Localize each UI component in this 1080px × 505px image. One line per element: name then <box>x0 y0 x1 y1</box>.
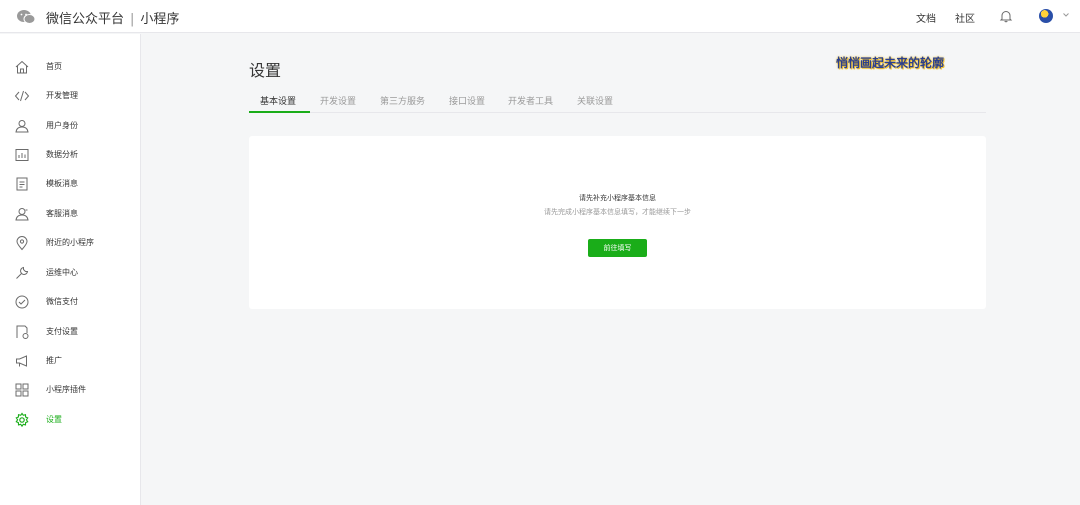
brand-title[interactable]: 微信公众平台 | 小程序 <box>46 8 179 27</box>
megaphone-icon <box>16 355 27 367</box>
avatar[interactable] <box>1039 9 1053 23</box>
wechat-logo-icon[interactable] <box>16 9 36 25</box>
chevron-down-icon[interactable] <box>1062 11 1070 19</box>
sidebar-item-customer-service[interactable]: 客服消息 <box>0 203 140 227</box>
sidebar-item-label: 设置 <box>46 415 62 424</box>
sidebar-item-label: 小程序插件 <box>46 385 86 394</box>
user-icon <box>15 120 29 133</box>
sidebar-item-label: 数据分析 <box>46 150 78 159</box>
sidebar-item-ops-center[interactable]: 运维中心 <box>0 262 140 286</box>
sidebar-item-promotion[interactable]: 推广 <box>0 350 140 374</box>
sidebar-item-settings[interactable]: 设置 <box>0 409 140 433</box>
sidebar-item-label: 推广 <box>46 356 62 365</box>
wechat-pay-icon <box>15 295 29 309</box>
sidebar-item-nearby-miniprogram[interactable]: 附近的小程序 <box>0 232 140 256</box>
sidebar-item-label: 用户身份 <box>46 121 78 130</box>
sidebar-item-wechat-pay[interactable]: 微信支付 <box>0 291 140 315</box>
watermark: 悄悄画起未来的轮廓 <box>836 56 945 70</box>
sidebar-item-data-analysis[interactable]: 数据分析 <box>0 144 140 168</box>
plugin-icon <box>15 383 29 397</box>
sidebar-item-label: 模板消息 <box>46 179 78 188</box>
home-icon <box>15 60 29 74</box>
notice-subtitle: 请先完成小程序基本信息填写，才能继续下一步 <box>544 208 691 216</box>
settings-tabs: 基本设置 开发设置 第三方服务 接口设置 开发者工具 关联设置 <box>249 92 986 113</box>
tab-basic-settings[interactable]: 基本设置 <box>260 94 296 107</box>
sidebar-item-label: 客服消息 <box>46 209 78 218</box>
brand-separator: | <box>130 12 135 27</box>
sidebar-item-template-messages[interactable]: 模板消息 <box>0 173 140 197</box>
tab-dev-settings[interactable]: 开发设置 <box>320 94 356 107</box>
sidebar-item-label: 首页 <box>46 62 62 71</box>
brand-name: 微信公众平台 <box>46 12 125 27</box>
tab-third-party-services[interactable]: 第三方服务 <box>380 94 425 107</box>
notice-title: 请先补充小程序基本信息 <box>579 194 656 202</box>
notice-card: 请先补充小程序基本信息 请先完成小程序基本信息填写，才能继续下一步 前往填写 <box>249 136 986 309</box>
community-link[interactable]: 社区 <box>955 10 975 25</box>
sidebar-item-label: 运维中心 <box>46 268 78 277</box>
go-fill-in-button[interactable]: 前往填写 <box>588 239 647 257</box>
sidebar-item-dev-management[interactable]: 开发管理 <box>0 85 140 109</box>
payment-settings-icon <box>16 325 29 339</box>
sidebar-item-plugins[interactable]: 小程序插件 <box>0 379 140 403</box>
sidebar-item-payment-settings[interactable]: 支付设置 <box>0 321 140 345</box>
sidebar: 首页 开发管理 用户身份 数据分析 模板消息 客服消息 附近的小程序 运维中心 … <box>0 34 141 505</box>
sidebar-item-label: 附近的小程序 <box>46 238 94 247</box>
customer-service-icon <box>15 208 29 221</box>
tab-associated-settings[interactable]: 关联设置 <box>577 94 613 107</box>
docs-link[interactable]: 文档 <box>916 10 936 25</box>
tab-developer-tools[interactable]: 开发者工具 <box>508 94 553 107</box>
wrench-icon <box>16 266 29 279</box>
chart-icon <box>15 149 29 161</box>
sidebar-item-label: 支付设置 <box>46 327 78 336</box>
document-icon <box>16 177 28 191</box>
gear-icon <box>15 412 29 428</box>
page-title: 设置 <box>249 61 282 80</box>
sidebar-item-home[interactable]: 首页 <box>0 56 140 80</box>
location-pin-icon <box>16 236 28 251</box>
sidebar-item-user-identity[interactable]: 用户身份 <box>0 115 140 139</box>
code-icon <box>14 90 30 102</box>
tab-api-settings[interactable]: 接口设置 <box>449 94 485 107</box>
sidebar-item-label: 微信支付 <box>46 297 78 306</box>
active-tab-indicator <box>249 111 310 113</box>
top-bar: 微信公众平台 | 小程序 文档 社区 <box>0 0 1080 33</box>
product-name: 小程序 <box>140 12 180 27</box>
sidebar-item-label: 开发管理 <box>46 91 78 100</box>
bell-icon[interactable] <box>999 9 1013 23</box>
